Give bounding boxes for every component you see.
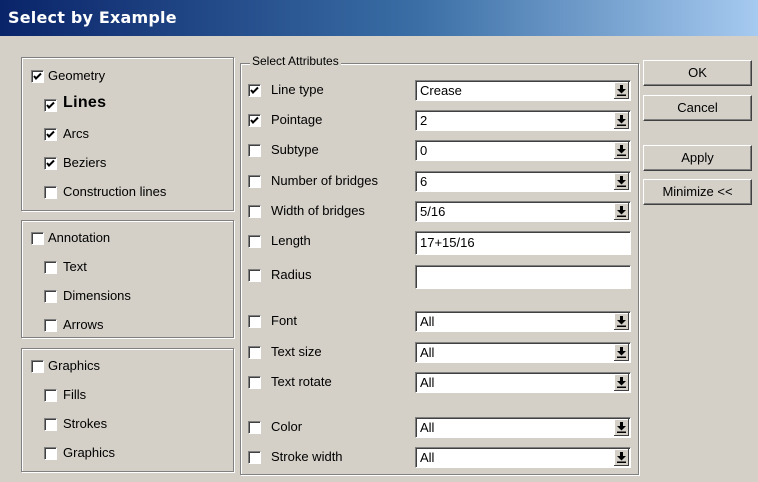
- attr-line-type-label: Line type: [271, 82, 324, 97]
- dropdown-arrow-icon[interactable]: [614, 82, 629, 99]
- geometry-checkbox[interactable]: [31, 70, 44, 83]
- annotation-arrows-label: Arrows: [63, 317, 104, 332]
- attr-text-rotate-dropdown[interactable]: All: [415, 372, 631, 393]
- attr-color-checkbox[interactable]: [248, 421, 261, 434]
- attr-radius-checkbox[interactable]: [248, 269, 261, 282]
- dropdown-arrow-icon[interactable]: [614, 419, 629, 436]
- attr-text-size-checkbox[interactable]: [248, 346, 261, 359]
- attr-pointage-dropdown[interactable]: 2: [415, 110, 631, 131]
- dropdown-arrow-icon[interactable]: [614, 374, 629, 391]
- dropdown-arrow-icon[interactable]: [614, 344, 629, 361]
- geometry-construction-lines-checkbox[interactable]: [44, 186, 57, 199]
- dropdown-arrow-icon[interactable]: [614, 203, 629, 220]
- apply-button[interactable]: Apply: [643, 145, 752, 171]
- attr-stroke-width-dropdown[interactable]: All: [415, 447, 631, 468]
- attr-subtype-label: Subtype: [271, 142, 319, 157]
- geometry-lines-label: Lines: [63, 94, 107, 111]
- dropdown-arrow-icon[interactable]: [614, 313, 629, 330]
- graphics-fills-label: Fills: [63, 387, 87, 402]
- attr-line-type-checkbox[interactable]: [248, 84, 261, 97]
- ok-button[interactable]: OK: [643, 60, 752, 86]
- attr-color-label: Color: [271, 419, 303, 434]
- annotation-arrows-checkbox[interactable]: [44, 319, 57, 332]
- geometry-beziers-label: Beziers: [63, 155, 107, 170]
- attr-length-value: 17+15/16: [420, 235, 475, 250]
- attr-text-rotate-label: Text rotate: [271, 374, 332, 389]
- attr-radius-input[interactable]: [415, 265, 631, 289]
- attr-font-dropdown[interactable]: All: [415, 311, 631, 332]
- attr-radius-label: Radius: [271, 267, 312, 282]
- attr-length-input[interactable]: 17+15/16: [415, 231, 631, 255]
- attr-text-rotate-value: All: [420, 375, 435, 390]
- cancel-button[interactable]: Cancel: [643, 95, 752, 121]
- graphics-strokes-checkbox[interactable]: [44, 418, 57, 431]
- attr-text-size-dropdown[interactable]: All: [415, 342, 631, 363]
- attr-number-of-bridges-label: Number of bridges: [271, 173, 378, 188]
- attr-line-type-value: Crease: [420, 83, 462, 98]
- geometry-construction-lines-label: Construction lines: [63, 184, 167, 199]
- annotation-text-label: Text: [63, 259, 87, 274]
- annotation-text-checkbox[interactable]: [44, 261, 57, 274]
- minimize-button[interactable]: Minimize <<: [643, 179, 752, 205]
- attr-stroke-width-value: All: [420, 450, 435, 465]
- select-attributes-legend: Select Attributes: [250, 54, 341, 68]
- window-title: Select by Example: [8, 8, 177, 27]
- attr-number-of-bridges-checkbox[interactable]: [248, 175, 261, 188]
- graphics-graphics-label: Graphics: [63, 445, 116, 460]
- attr-text-size-value: All: [420, 345, 435, 360]
- annotation-dimensions-label: Dimensions: [63, 288, 131, 303]
- attr-width-of-bridges-value: 5/16: [420, 204, 446, 219]
- attr-font-label: Font: [271, 313, 298, 328]
- geometry-arcs-checkbox[interactable]: [44, 128, 57, 141]
- annotation-dimensions-checkbox[interactable]: [44, 290, 57, 303]
- attr-color-dropdown[interactable]: All: [415, 417, 631, 438]
- attr-font-checkbox[interactable]: [248, 315, 261, 328]
- attr-number-of-bridges-value: 6: [420, 174, 428, 189]
- geometry-arcs-label: Arcs: [63, 126, 89, 141]
- attr-line-type-dropdown[interactable]: Crease: [415, 80, 631, 101]
- dropdown-arrow-icon[interactable]: [614, 142, 629, 159]
- geometry-lines-checkbox[interactable]: [44, 99, 57, 112]
- attr-subtype-dropdown[interactable]: 0: [415, 140, 631, 161]
- title-bar[interactable]: Select by Example: [0, 0, 758, 36]
- graphics-strokes-label: Strokes: [63, 416, 108, 431]
- graphics-header-label: Graphics: [48, 358, 101, 373]
- attr-pointage-value: 2: [420, 113, 428, 128]
- attr-subtype-value: 0: [420, 143, 428, 158]
- geometry-beziers-checkbox[interactable]: [44, 157, 57, 170]
- attr-length-checkbox[interactable]: [248, 235, 261, 248]
- attr-text-size-label: Text size: [271, 344, 322, 359]
- attr-width-of-bridges-checkbox[interactable]: [248, 205, 261, 218]
- graphics-fills-checkbox[interactable]: [44, 389, 57, 402]
- attr-pointage-checkbox[interactable]: [248, 114, 261, 127]
- attr-stroke-width-checkbox[interactable]: [248, 451, 261, 464]
- attr-text-rotate-checkbox[interactable]: [248, 376, 261, 389]
- attr-stroke-width-label: Stroke width: [271, 449, 343, 464]
- attr-subtype-checkbox[interactable]: [248, 144, 261, 157]
- attr-width-of-bridges-dropdown[interactable]: 5/16: [415, 201, 631, 222]
- geometry-header-label: Geometry: [48, 68, 106, 83]
- annotation-checkbox[interactable]: [31, 232, 44, 245]
- dialog-window: Select by Example Select Attributes Geom…: [0, 0, 758, 482]
- annotation-header-label: Annotation: [48, 230, 111, 245]
- attr-color-value: All: [420, 420, 435, 435]
- attr-width-of-bridges-label: Width of bridges: [271, 203, 365, 218]
- attr-pointage-label: Pointage: [271, 112, 323, 127]
- graphics-graphics-checkbox[interactable]: [44, 447, 57, 460]
- graphics-checkbox[interactable]: [31, 360, 44, 373]
- dropdown-arrow-icon[interactable]: [614, 173, 629, 190]
- attr-font-value: All: [420, 314, 435, 329]
- dropdown-arrow-icon[interactable]: [614, 449, 629, 466]
- attr-number-of-bridges-dropdown[interactable]: 6: [415, 171, 631, 192]
- dropdown-arrow-icon[interactable]: [614, 112, 629, 129]
- attr-length-label: Length: [271, 233, 311, 248]
